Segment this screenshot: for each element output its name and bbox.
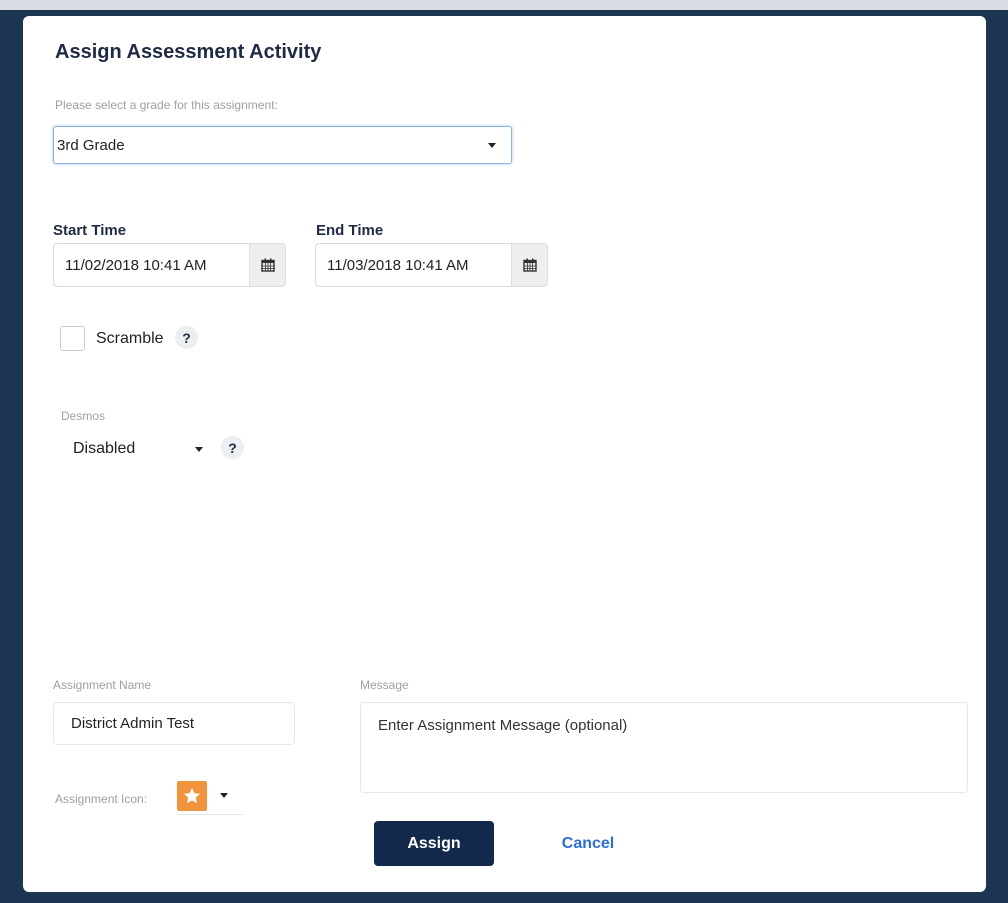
assignment-icon-preview [177, 781, 207, 811]
chevron-down-icon [488, 143, 496, 148]
start-time-picker: 11/02/2018 10:41 AM [53, 243, 286, 287]
end-time-calendar-button[interactable] [511, 243, 548, 287]
calendar-icon [522, 258, 537, 272]
star-icon [184, 788, 200, 804]
desmos-select[interactable]: Disabled [73, 436, 213, 462]
start-time-input[interactable]: 11/02/2018 10:41 AM [53, 243, 249, 287]
start-time-label: Start Time [53, 222, 127, 239]
scramble-checkbox[interactable] [60, 326, 85, 351]
grade-select-value: 3rd Grade [57, 136, 125, 154]
assignment-name-input[interactable]: District Admin Test [53, 702, 295, 745]
assignment-icon-label: Assignment Icon: [55, 792, 148, 806]
message-input[interactable] [360, 702, 968, 793]
page-backdrop [0, 0, 1008, 10]
scramble-help-icon[interactable]: ? [175, 326, 198, 349]
assign-button[interactable]: Assign [374, 821, 494, 866]
message-label: Message [360, 678, 409, 692]
chevron-down-icon [195, 447, 203, 452]
desmos-help-icon[interactable]: ? [221, 436, 244, 459]
grade-hint: Please select a grade for this assignmen… [55, 98, 278, 112]
assignment-icon-picker[interactable] [177, 781, 243, 815]
modal-title: Assign Assessment Activity [55, 41, 322, 63]
assign-assessment-modal: Assign Assessment Activity Please select… [23, 16, 986, 892]
assignment-name-label: Assignment Name [53, 678, 152, 692]
end-time-label: End Time [316, 222, 384, 239]
end-time-input[interactable]: 11/03/2018 10:41 AM [315, 243, 511, 287]
chevron-down-icon [220, 793, 228, 798]
scramble-label: Scramble [96, 330, 164, 347]
start-time-calendar-button[interactable] [249, 243, 286, 287]
cancel-button[interactable]: Cancel [544, 821, 632, 866]
desmos-select-value: Disabled [73, 440, 136, 457]
grade-select[interactable]: 3rd Grade [53, 126, 512, 164]
end-time-picker: 11/03/2018 10:41 AM [315, 243, 548, 287]
calendar-icon [260, 258, 275, 272]
desmos-label: Desmos [61, 409, 106, 423]
